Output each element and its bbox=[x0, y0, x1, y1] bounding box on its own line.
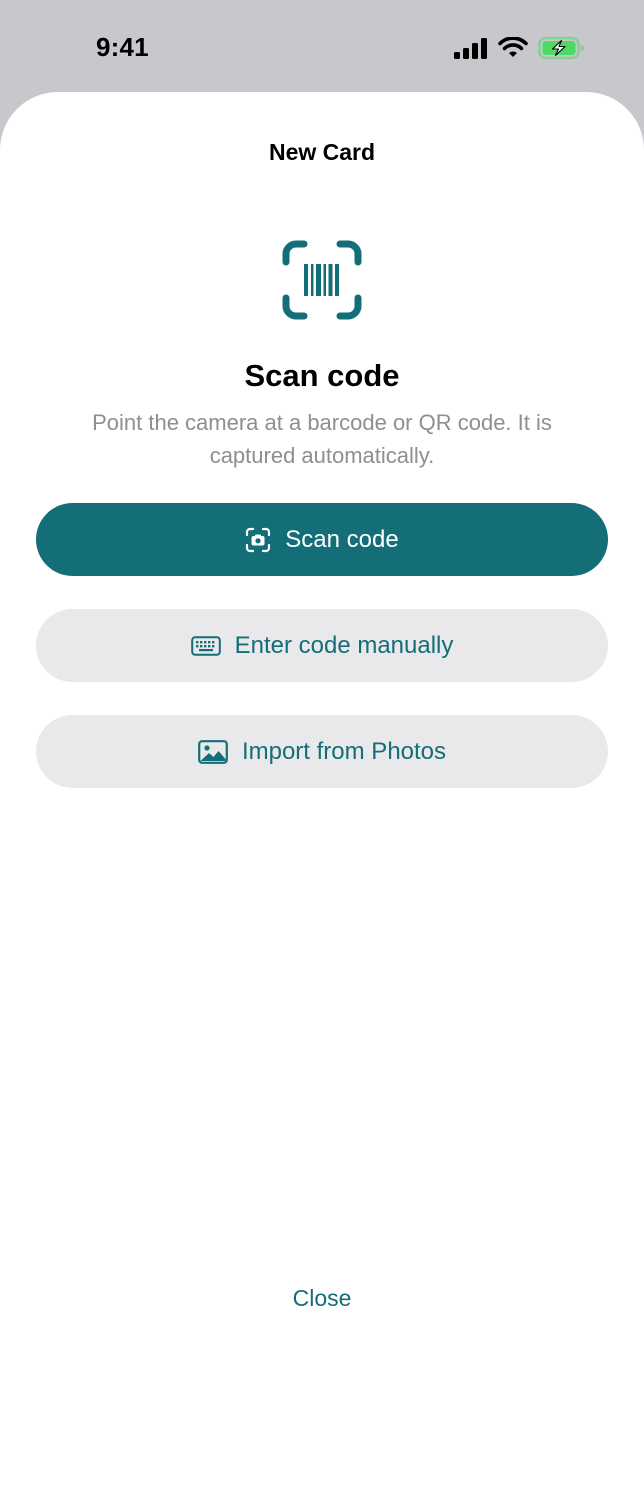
import-from-photos-label: Import from Photos bbox=[241, 737, 447, 765]
close-button[interactable]: Close bbox=[0, 1285, 644, 1312]
status-time: 9:41 bbox=[96, 32, 149, 62]
wifi-icon bbox=[498, 37, 528, 59]
status-bar: 9:41 bbox=[0, 0, 644, 92]
enter-code-manually-button[interactable]: Enter code manually bbox=[36, 609, 608, 682]
status-icons bbox=[454, 36, 586, 60]
scan-heading: Scan code bbox=[244, 358, 400, 393]
camera-scan-icon bbox=[245, 527, 271, 553]
scan-code-button-label: Scan code bbox=[285, 525, 399, 553]
barcode-scan-icon bbox=[282, 240, 362, 320]
import-from-photos-button[interactable]: Import from Photos bbox=[36, 715, 608, 788]
photo-icon bbox=[198, 739, 228, 764]
cellular-signal-icon bbox=[454, 37, 488, 59]
scan-code-button[interactable]: Scan code bbox=[36, 503, 608, 576]
keyboard-icon bbox=[190, 635, 221, 656]
scan-description: Point the camera at a barcode or QR code… bbox=[92, 410, 552, 468]
sheet-title: New Card bbox=[268, 139, 376, 165]
battery-charging-icon bbox=[538, 36, 586, 60]
enter-code-manually-label: Enter code manually bbox=[234, 631, 454, 659]
